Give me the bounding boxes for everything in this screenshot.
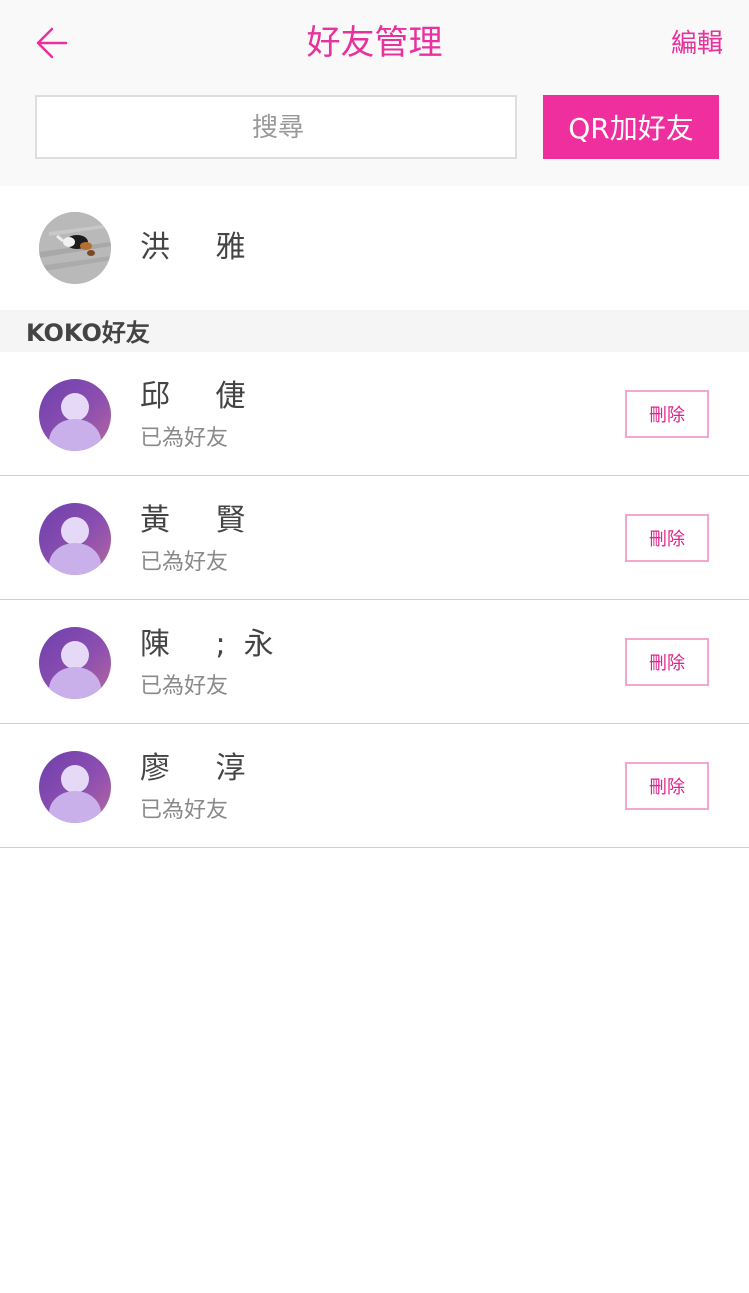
friend-status: 已為好友	[140, 798, 229, 823]
friend-name: 陳 ;永	[140, 627, 292, 662]
top-header: 好友管理 編輯 QR加好友	[0, 0, 749, 186]
friend-name: 黃 賢	[140, 503, 264, 538]
search-input[interactable]	[37, 97, 519, 159]
friend-status: 已為好友	[140, 674, 229, 699]
avatar	[39, 379, 111, 451]
page-title: 好友管理	[306, 23, 443, 63]
friend-list: 邱 倢 已為好友 刪除 黃 賢 已為好友 刪除 陳 ;永 已為好友 刪除 廖 淳…	[0, 352, 749, 848]
delete-button[interactable]: 刪除	[625, 390, 709, 438]
friend-name: 邱 倢	[140, 379, 264, 414]
profile-photo	[39, 212, 111, 284]
delete-button[interactable]: 刪除	[625, 762, 709, 810]
list-item[interactable]: 黃 賢 已為好友 刪除	[0, 476, 749, 600]
qr-add-friend-button[interactable]: QR加好友	[543, 95, 719, 159]
list-item[interactable]: 陳 ;永 已為好友 刪除	[0, 600, 749, 724]
edit-button[interactable]: 編輯	[671, 26, 723, 62]
friend-status: 已為好友	[140, 550, 229, 575]
my-name: 洪 雅	[140, 230, 264, 265]
person-icon	[61, 641, 89, 669]
list-item[interactable]: 廖 淳 已為好友 刪除	[0, 724, 749, 848]
person-icon	[61, 393, 89, 421]
list-item[interactable]: 邱 倢 已為好友 刪除	[0, 352, 749, 476]
my-profile-row[interactable]: 洪 雅	[0, 186, 749, 310]
search-box	[35, 95, 519, 159]
avatar	[39, 627, 111, 699]
delete-button[interactable]: 刪除	[625, 514, 709, 562]
delete-button[interactable]: 刪除	[625, 638, 709, 686]
section-header: KOKO好友	[0, 310, 749, 352]
avatar	[39, 503, 111, 575]
person-icon	[61, 517, 89, 545]
avatar	[39, 212, 111, 284]
friend-name: 廖 淳	[140, 751, 264, 786]
person-icon	[61, 765, 89, 793]
friend-status: 已為好友	[140, 426, 229, 451]
section-title: KOKO好友	[26, 319, 150, 347]
avatar	[39, 751, 111, 823]
